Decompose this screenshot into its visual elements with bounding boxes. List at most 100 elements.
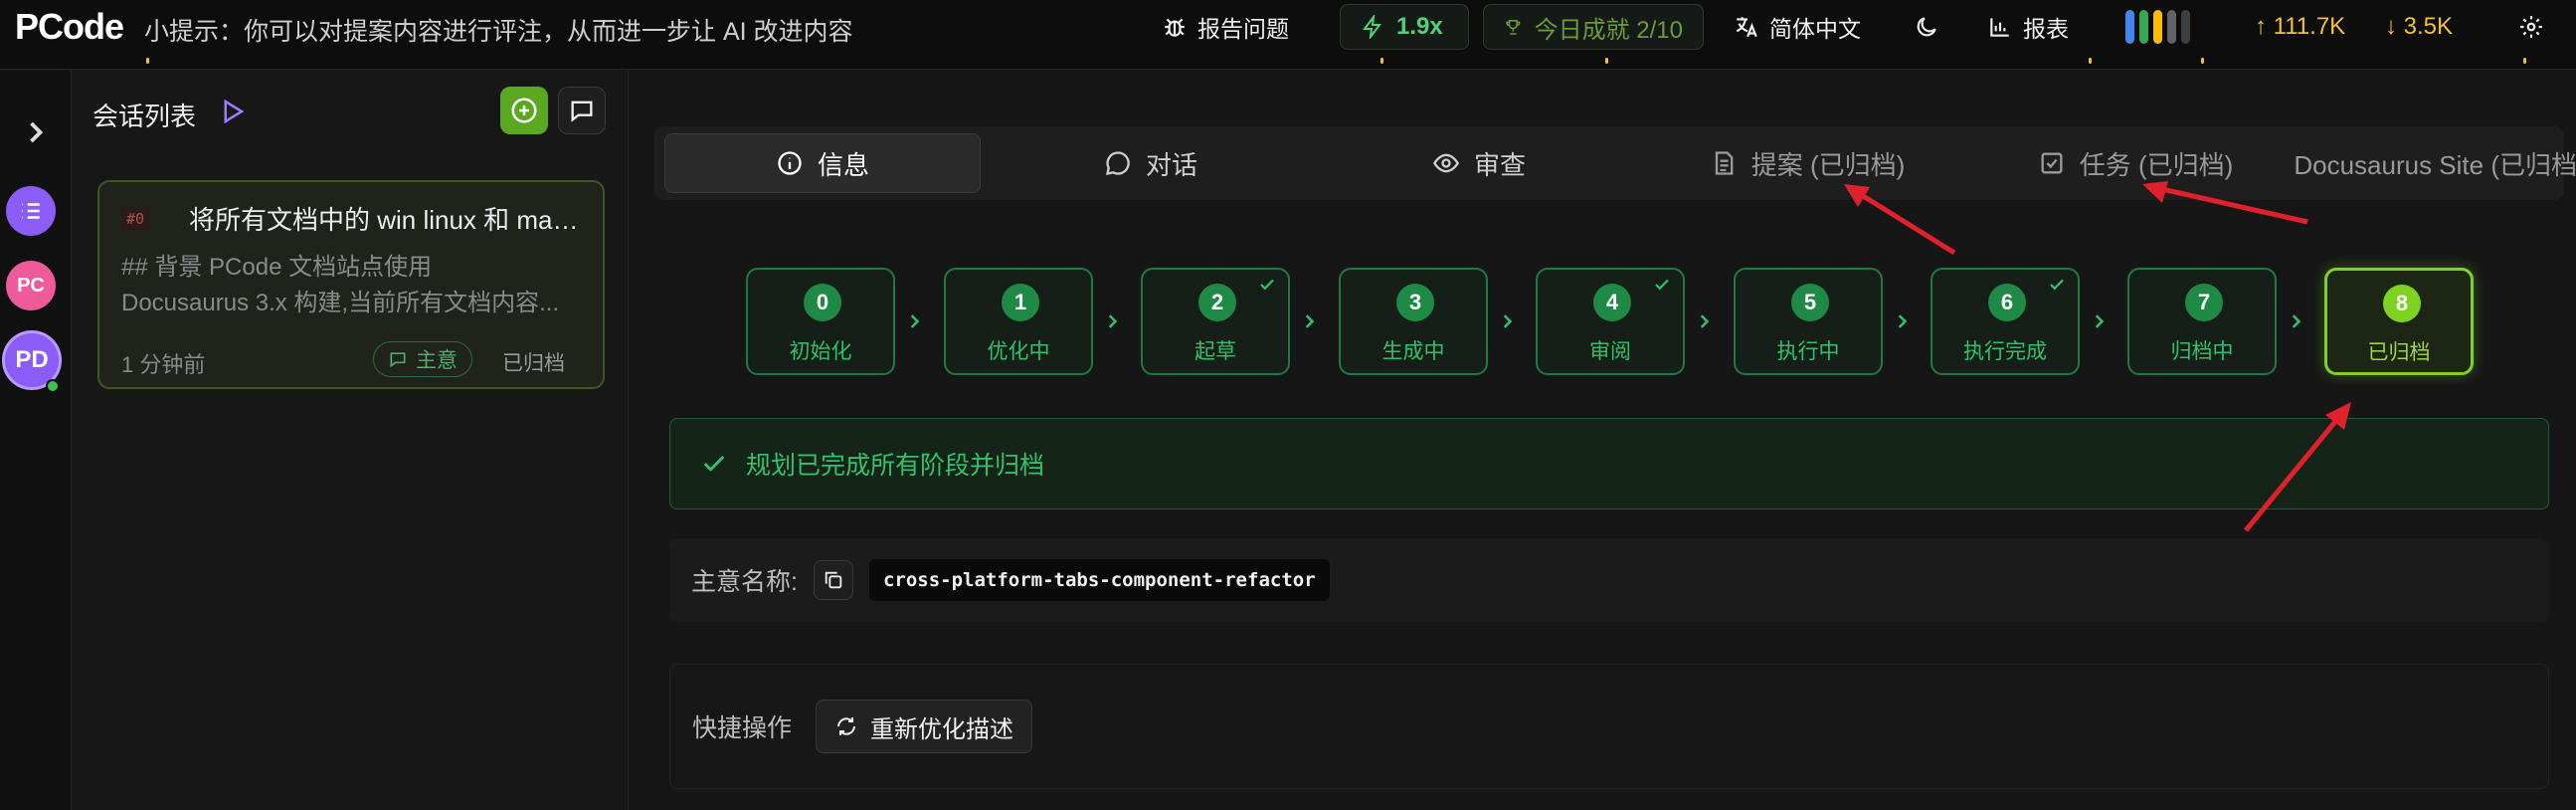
session-list-title: 会话列表 xyxy=(92,101,197,131)
google-colors-icon xyxy=(2125,10,2205,44)
marker-dot xyxy=(1380,58,1383,64)
idea-name-row: 主意名称: cross-platform-tabs-component-refa… xyxy=(669,538,2549,622)
speed-badge[interactable]: 1.9x xyxy=(1340,4,1469,50)
quick-actions-label: 快捷操作 xyxy=(692,714,793,742)
stat-upload: ↑ 111.7K xyxy=(2255,0,2345,54)
gear-icon xyxy=(2520,16,2542,38)
tab-tasks[interactable]: 任务 (已归档) xyxy=(1977,133,2294,193)
marker-dot xyxy=(2523,58,2526,64)
report-issue-label: 报告问题 xyxy=(1197,16,1289,42)
info-icon xyxy=(778,151,802,175)
status-banner: 规划已完成所有阶段并归档 xyxy=(669,418,2549,509)
chevron-right-icon xyxy=(2292,314,2301,328)
step-label: 审阅 xyxy=(1589,340,1631,363)
play-icon[interactable] xyxy=(217,97,247,126)
document-icon xyxy=(1715,151,1734,175)
app-logo[interactable]: PCode xyxy=(15,6,124,48)
left-rail: PC PD xyxy=(0,71,72,810)
step-archived[interactable]: 8 已归档 xyxy=(2324,268,2474,375)
session-card[interactable]: #0 将所有文档中的 win linux 和 mac... ## 背景 PCod… xyxy=(97,180,605,389)
step-label: 已归档 xyxy=(2367,341,2431,364)
step-executing[interactable]: 5 执行中 xyxy=(1734,268,1883,375)
step-label: 执行中 xyxy=(1776,340,1840,363)
idea-name-value: cross-platform-tabs-component-refactor xyxy=(868,559,1330,601)
report-issue-button[interactable]: 报告问题 xyxy=(1162,0,1289,54)
comment-icon xyxy=(390,352,406,368)
marker-dot xyxy=(2201,58,2204,64)
step-number: 2 xyxy=(1198,284,1236,321)
chevron-right-icon xyxy=(1108,314,1118,328)
chevron-right-icon xyxy=(1898,314,1908,328)
reports-button[interactable]: 报表 xyxy=(1987,0,2069,54)
translate-icon xyxy=(1736,17,1757,38)
session-status: 已归档 xyxy=(502,352,565,375)
session-sidebar: 会话列表 #0 将所有文档中的 win linux 和 mac... ## 背景… xyxy=(73,71,629,810)
achievement-badge[interactable]: 今日成就 2/10 xyxy=(1483,4,1704,50)
copy-button[interactable] xyxy=(813,560,853,600)
copy-icon xyxy=(825,571,842,589)
step-optimizing[interactable]: 1 优化中 xyxy=(944,268,1093,375)
achievement-label: 今日成就 2/10 xyxy=(1534,16,1683,44)
check-icon xyxy=(2050,279,2064,291)
marker-dot xyxy=(146,58,149,64)
step-number: 0 xyxy=(804,284,841,321)
step-executed[interactable]: 6 执行完成 xyxy=(1931,268,2080,375)
step-init[interactable]: 0 初始化 xyxy=(746,268,895,375)
top-bar: PCode 小提示：你可以对提案内容进行评注，从而进一步让 AI 改进内容 报告… xyxy=(0,0,2576,70)
speed-value: 1.9x xyxy=(1396,13,1443,40)
chevron-right-icon[interactable] xyxy=(18,114,54,150)
tab-docusaurus-label: Docusaurus Site (已归档) xyxy=(2294,149,2576,180)
checklist-icon xyxy=(2041,152,2063,174)
check-icon xyxy=(703,455,725,472)
tab-bar: 信息 对话 审查 提案 (已归档) 任务 (已归档) Docusaurus Si… xyxy=(654,126,2576,200)
step-label: 生成中 xyxy=(1381,340,1445,363)
tab-info-label: 信息 xyxy=(817,149,869,180)
settings-button[interactable] xyxy=(2518,0,2544,54)
tab-review[interactable]: 审查 xyxy=(1321,133,1637,193)
new-chat-button[interactable] xyxy=(558,87,606,134)
step-generating[interactable]: 3 生成中 xyxy=(1339,268,1488,375)
step-review[interactable]: 4 审阅 xyxy=(1536,268,1685,375)
moon-icon xyxy=(1917,17,1936,37)
step-archiving[interactable]: 7 归档中 xyxy=(2127,268,2277,375)
step-number: 5 xyxy=(1791,284,1829,321)
check-icon xyxy=(1260,279,1274,291)
eye-icon xyxy=(1432,153,1459,173)
status-message: 规划已完成所有阶段并归档 xyxy=(746,452,1045,480)
refresh-icon xyxy=(837,717,856,735)
marker-dot xyxy=(2089,58,2092,64)
list-icon xyxy=(22,203,40,219)
main-panel: 信息 对话 审查 提案 (已归档) 任务 (已归档) Docusaurus Si… xyxy=(630,71,2576,810)
marker-dot xyxy=(1605,58,1608,64)
tab-review-label: 审查 xyxy=(1473,149,1526,180)
trophy-icon xyxy=(1506,20,1521,35)
step-label: 归档中 xyxy=(2170,340,2234,363)
chat-icon xyxy=(1105,151,1130,175)
session-desc-line: ## 背景 PCode 文档站点使用 xyxy=(121,254,433,281)
chevron-right-icon xyxy=(1700,314,1710,328)
language-selector[interactable]: 简体中文 xyxy=(1734,0,1861,54)
session-title: 将所有文档中的 win linux 和 mac... xyxy=(189,205,587,235)
stat-download: ↓ 3.5K xyxy=(2385,0,2453,54)
avatar-pc[interactable]: PC xyxy=(6,261,56,310)
tab-proposal[interactable]: 提案 (已归档) xyxy=(1649,133,1965,193)
tab-chat[interactable]: 对话 xyxy=(993,133,1309,193)
tab-tasks-label: 任务 (已归档) xyxy=(2079,149,2234,180)
tab-docusaurus[interactable]: Docusaurus Site (已归档) xyxy=(2294,133,2576,193)
session-time: 1 分钟前 xyxy=(121,352,206,377)
idea-tag: 主意 xyxy=(373,341,472,377)
tab-proposal-label: 提案 (已归档) xyxy=(1750,149,1906,180)
session-description: ## 背景 PCode 文档站点使用 Docusaurus 3.x 构建,当前所… xyxy=(121,250,579,321)
message-icon xyxy=(571,101,593,122)
list-view-button[interactable] xyxy=(6,186,56,236)
plus-circle-icon xyxy=(511,98,537,123)
step-label: 优化中 xyxy=(987,340,1050,363)
step-draft[interactable]: 2 起草 xyxy=(1141,268,1290,375)
theme-toggle[interactable] xyxy=(1914,0,1939,54)
reports-label: 报表 xyxy=(2023,16,2069,42)
new-session-button[interactable] xyxy=(500,87,548,134)
tab-info[interactable]: 信息 xyxy=(664,133,981,193)
reoptimize-button[interactable]: 重新优化描述 xyxy=(816,700,1033,753)
step-label: 起草 xyxy=(1195,340,1236,363)
session-hash: #0 xyxy=(121,208,150,230)
